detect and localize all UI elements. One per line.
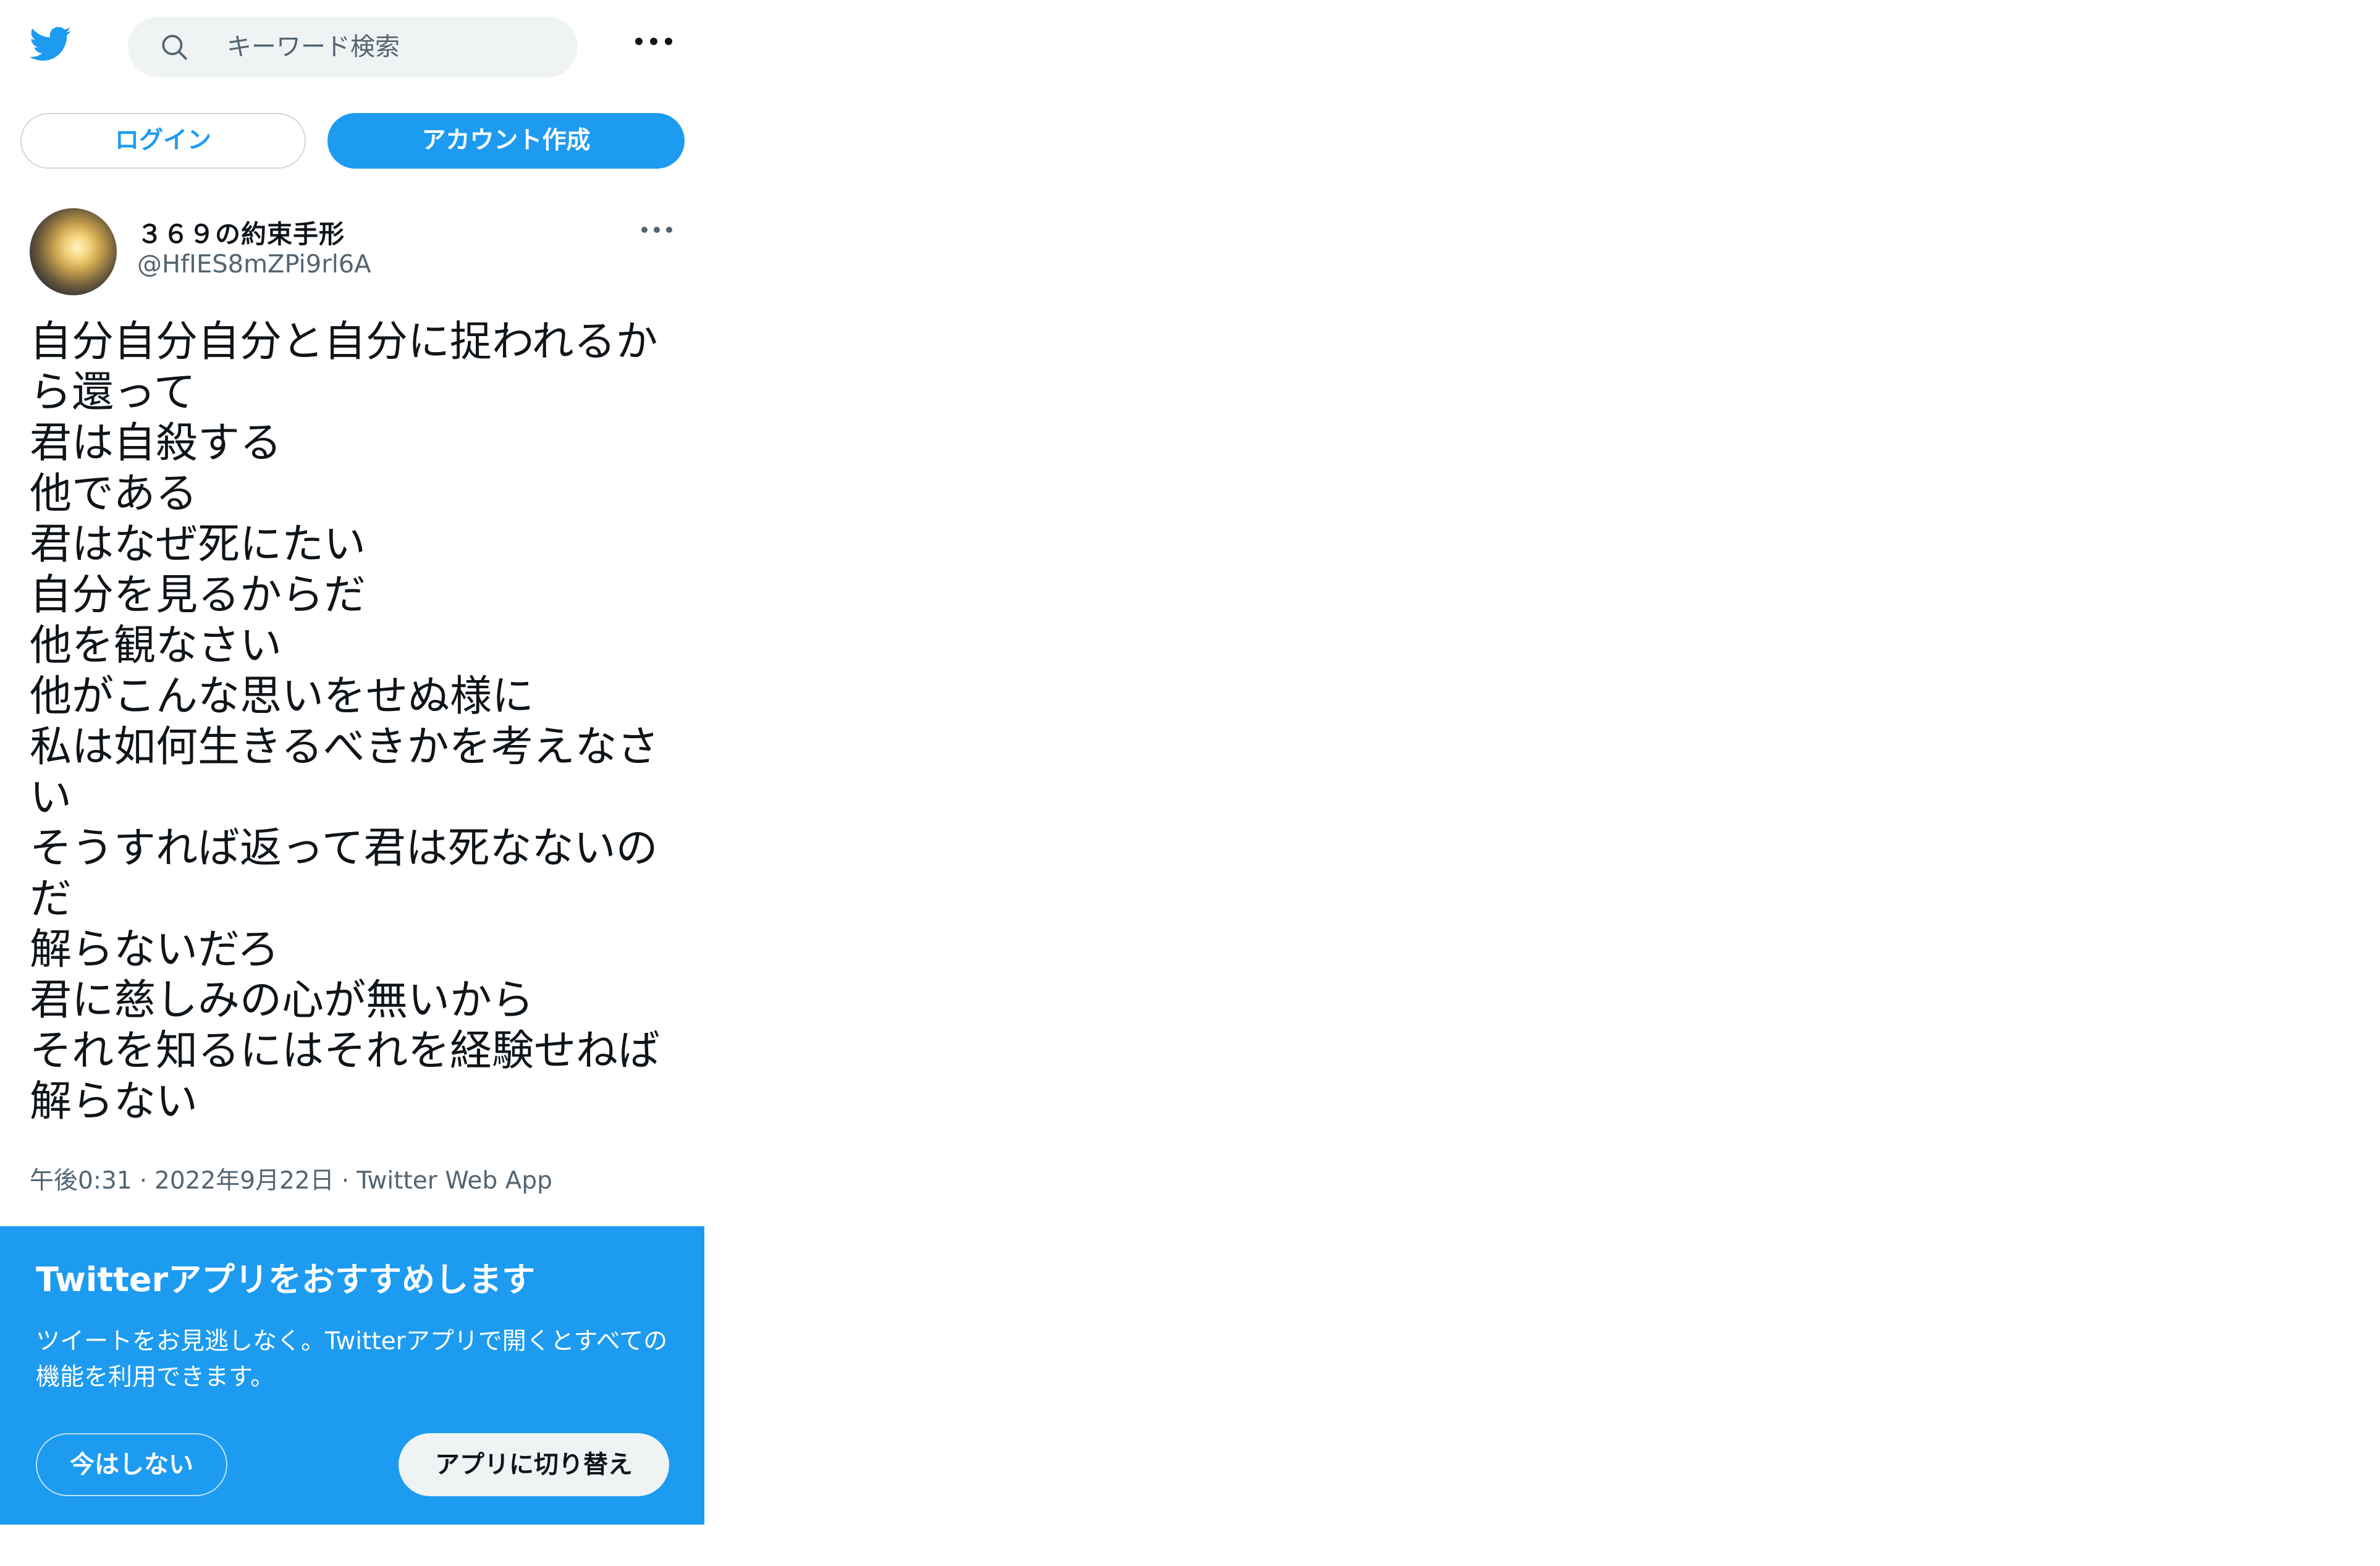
page-column: キーワード検索 ログイン アカウント作成 ３６９の約束手形 @HfIES8mZP… <box>0 0 704 1566</box>
tweet-source[interactable]: Twitter Web App <box>357 1167 552 1195</box>
tweet-text-line: ら還って <box>30 368 196 417</box>
tweet-text-line: 君に慈しみの心が無いから <box>30 976 534 1025</box>
author-display-name[interactable]: ３６９の約束手形 <box>137 213 345 250</box>
avatar[interactable] <box>30 208 117 295</box>
tweet-text-line: 他がこんな思いをせぬ様に <box>30 672 534 721</box>
tweet-text-line: それを知るにはそれを経験せねば <box>30 1027 660 1076</box>
more-horizontal-icon[interactable] <box>635 34 672 49</box>
app-promo-banner: Twitterアプリをおすすめします ツイートをお見逃しなく。Twitterアプ… <box>0 1226 704 1525</box>
meta-separator: · <box>341 1167 350 1195</box>
tweet-text-line: 他を観なさい <box>30 621 282 670</box>
tweet-text-line: そうすれば返って君は死なないの <box>30 824 658 873</box>
tweet-meta: 午後0:31 · 2022年9月22日 · Twitter Web App <box>30 1161 552 1196</box>
tweet-text-line: い <box>30 773 72 822</box>
tweet-time[interactable]: 午後0:31 <box>30 1167 132 1195</box>
more-horizontal-icon[interactable] <box>641 224 673 236</box>
search-box[interactable]: キーワード検索 <box>128 17 578 77</box>
dot <box>635 38 643 45</box>
tweet-text: 自分自分自分と自分に捉われるか ら還って 君は自殺する 他である 君はなぜ死にた… <box>30 317 685 1127</box>
tweet-text-line: だ <box>30 875 72 924</box>
signup-button[interactable]: アカウント作成 <box>327 113 685 169</box>
login-button[interactable]: ログイン <box>20 113 306 169</box>
author-handle[interactable]: @HfIES8mZPi9rl6A <box>137 250 371 279</box>
switch-to-app-button[interactable]: アプリに切り替え <box>399 1433 669 1496</box>
dot <box>654 227 660 233</box>
tweet-text-line: 自分を見るからだ <box>30 571 366 620</box>
tweet-date[interactable]: 2022年9月22日 <box>154 1167 334 1195</box>
dot <box>666 227 672 233</box>
search-icon <box>162 35 187 60</box>
twitter-bird-icon[interactable] <box>27 22 74 64</box>
dot <box>665 38 672 45</box>
promo-description: ツイートをお見逃しなく。Twitterアプリで開くとすべての機能を利用できます。 <box>36 1328 668 1391</box>
dot <box>641 227 648 233</box>
tweet-text-line: 自分自分自分と自分に捉われるか <box>30 318 658 366</box>
not-now-button[interactable]: 今はしない <box>36 1433 227 1496</box>
tweet-text-line: 解らないだろ <box>30 925 279 974</box>
promo-title: Twitterアプリをおすすめします <box>36 1260 536 1299</box>
dot <box>650 38 657 45</box>
tweet-text-line: 他である <box>30 469 198 518</box>
tweet-text-line: 君はなぜ死にたい <box>30 520 366 569</box>
tweet-text-line: 解らない <box>30 1077 198 1126</box>
tweet-text-line: 私は如何生きるべきかを考えなさ <box>30 723 659 772</box>
search-input-placeholder[interactable]: キーワード検索 <box>227 17 400 77</box>
meta-separator: · <box>139 1167 147 1195</box>
tweet-text-line: 君は自殺する <box>30 419 282 468</box>
